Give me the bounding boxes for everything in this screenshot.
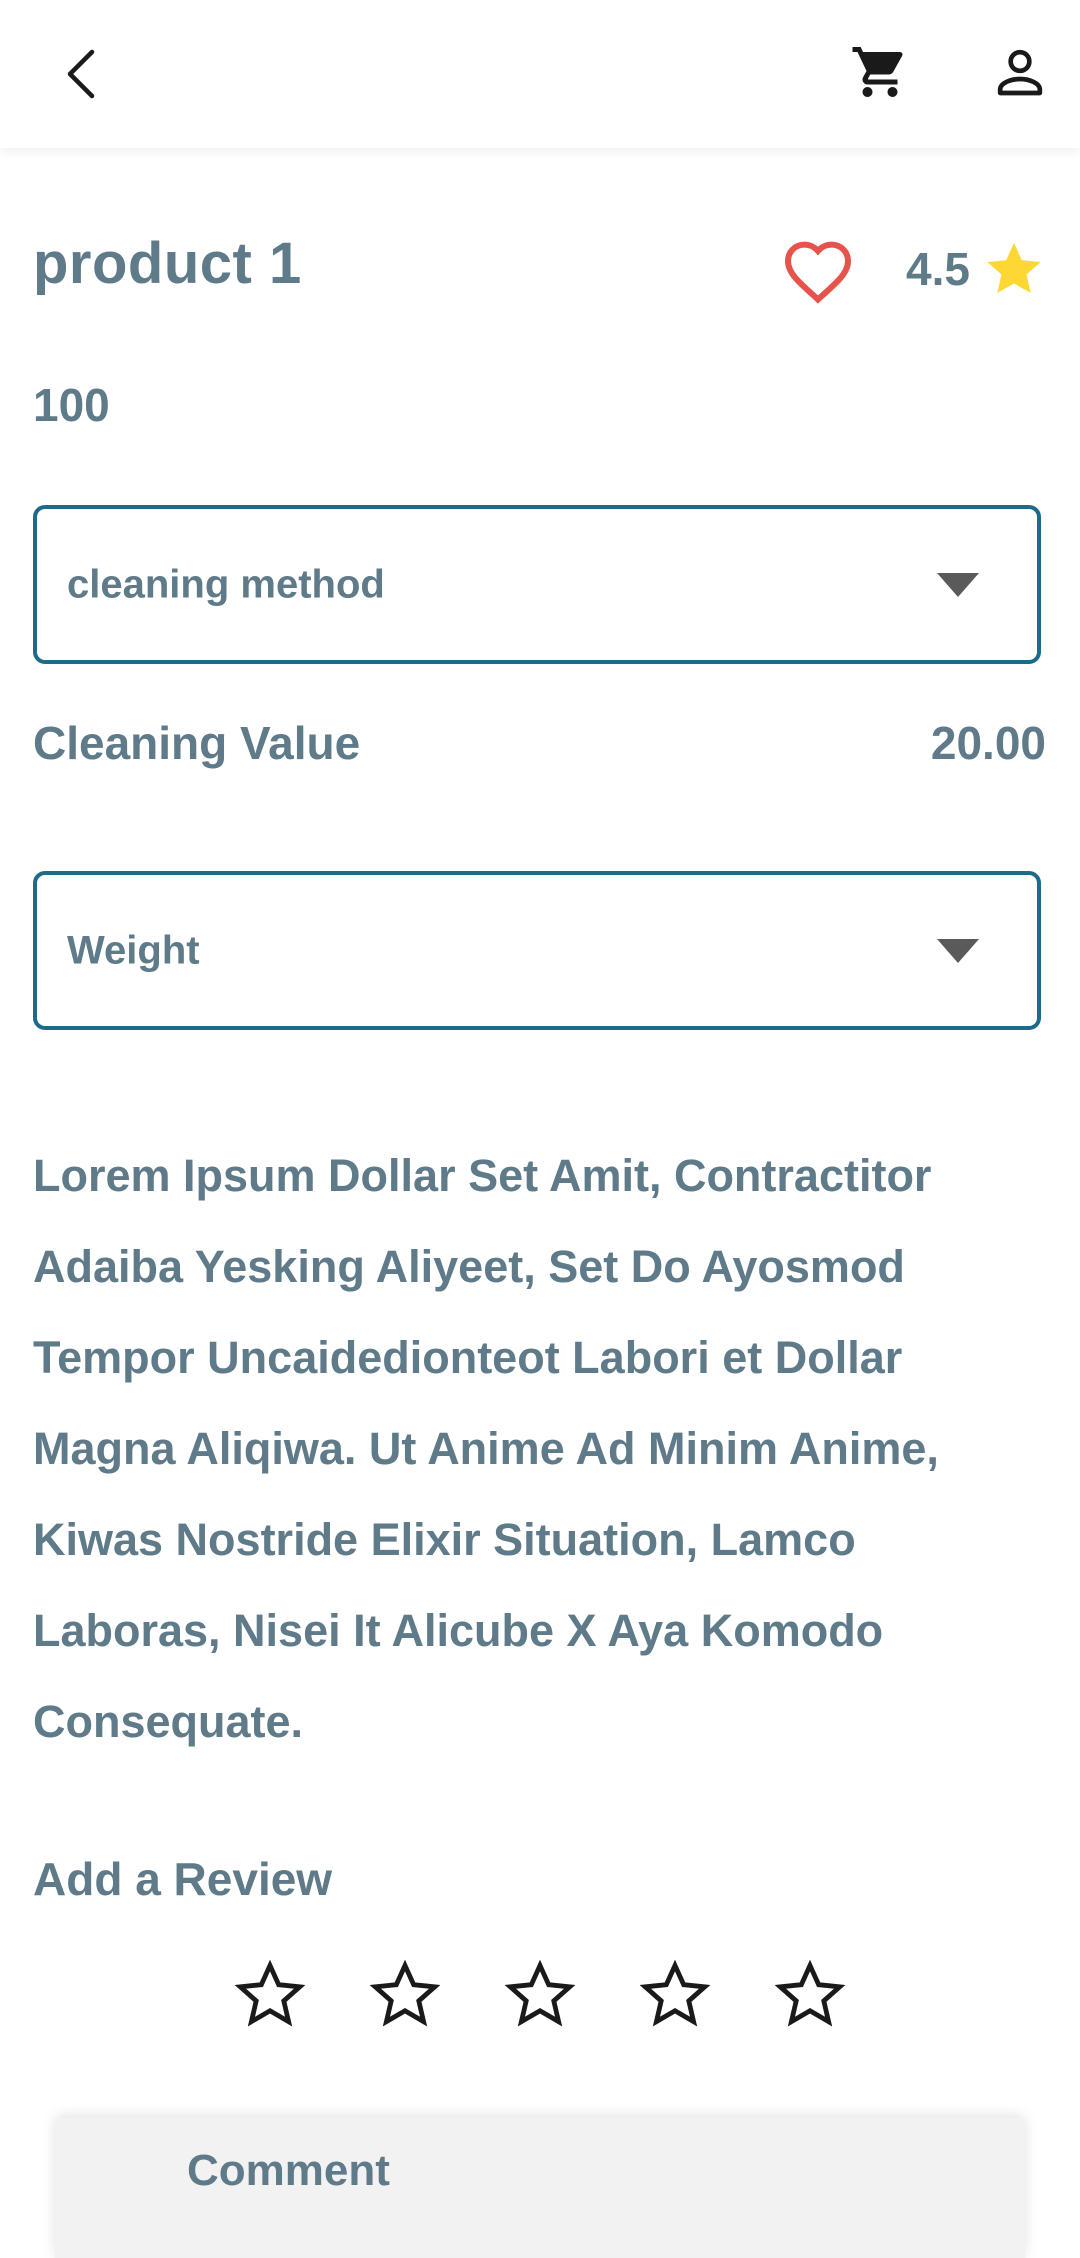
product-description: Lorem Ipsum Dollar Set Amit, Contractito… [33, 1150, 939, 1747]
review-star-rating [0, 1958, 1080, 2038]
cleaning-method-label: cleaning method [67, 562, 385, 606]
back-button[interactable] [40, 30, 120, 118]
cleaning-value-amount: 20.00 [930, 717, 1046, 769]
rating-star-icon [984, 240, 1044, 298]
cleaning-method-dropdown[interactable]: cleaning method [33, 505, 1041, 664]
caret-down-icon [937, 572, 979, 597]
cleaning-value-label: Cleaning Value [33, 717, 361, 769]
chevron-left-icon [67, 49, 95, 99]
heart-outline-icon [784, 241, 852, 304]
star-outline-icon[interactable] [234, 1958, 306, 2030]
product-title: product 1 [33, 231, 302, 296]
product-rating: 4.5 [906, 243, 970, 295]
cart-button[interactable] [838, 30, 922, 114]
favorite-button[interactable] [782, 238, 854, 304]
star-outline-icon[interactable] [504, 1958, 576, 2030]
product-price: 100 [33, 379, 110, 431]
star-outline-icon[interactable] [774, 1958, 846, 2030]
weight-label: Weight [67, 928, 200, 972]
add-review-title: Add a Review [33, 1853, 333, 1905]
comment-input[interactable]: Comment [55, 2118, 1025, 2258]
star-outline-icon[interactable] [369, 1958, 441, 2030]
weight-dropdown[interactable]: Weight [33, 871, 1041, 1030]
app-bar [0, 0, 1080, 148]
user-icon [997, 49, 1043, 96]
shopping-cart-icon [852, 47, 903, 97]
caret-down-icon [937, 938, 979, 963]
profile-button[interactable] [978, 30, 1062, 114]
comment-label: Comment [187, 2146, 390, 2195]
star-outline-icon[interactable] [639, 1958, 711, 2030]
